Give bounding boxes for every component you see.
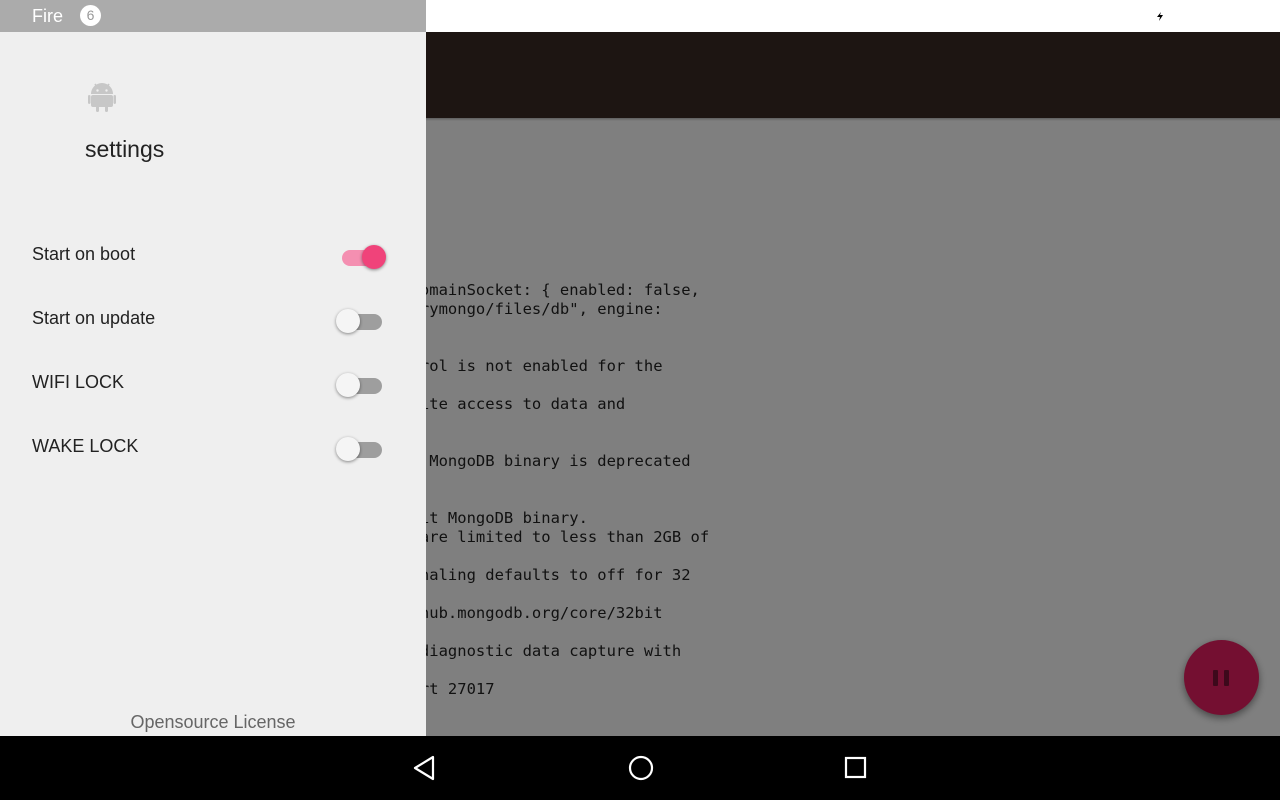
setting-label: WAKE LOCK [32,436,139,456]
android-icon [88,82,116,112]
navigation-bar [0,736,1280,800]
opensource-license-link[interactable]: Opensource License [0,712,426,733]
start-on-boot-switch[interactable] [334,242,392,272]
setting-label: Start on update [32,308,156,328]
settings-drawer: settings Start on boot Start on update W… [0,32,426,736]
battery-icon [1145,7,1179,30]
back-icon[interactable] [411,754,439,787]
wake-lock-switch[interactable] [334,434,392,464]
wifi-lock-switch[interactable] [334,370,392,400]
clock: 11:06 [1200,5,1247,26]
alarm-icon [1018,4,1044,33]
home-icon[interactable] [627,754,655,787]
setting-wake-lock[interactable]: WAKE LOCK [0,416,426,480]
setting-start-on-update[interactable]: Start on update [0,288,426,352]
device-brand: Fire [32,6,63,26]
status-bar: Fire 6 100% 11:06 [0,0,1280,32]
setting-label: WIFI LOCK [32,372,125,392]
setting-wifi-lock[interactable]: WIFI LOCK [0,352,426,416]
drawer-title: settings [85,136,165,162]
notification-badge: 6 [80,5,101,26]
start-on-update-switch[interactable] [334,306,392,336]
setting-start-on-boot[interactable]: Start on boot [0,224,426,288]
setting-label: Start on boot [32,244,136,264]
wifi-icon [1052,5,1080,32]
recents-icon[interactable] [843,754,869,787]
battery-percent: 100% [1090,5,1139,26]
